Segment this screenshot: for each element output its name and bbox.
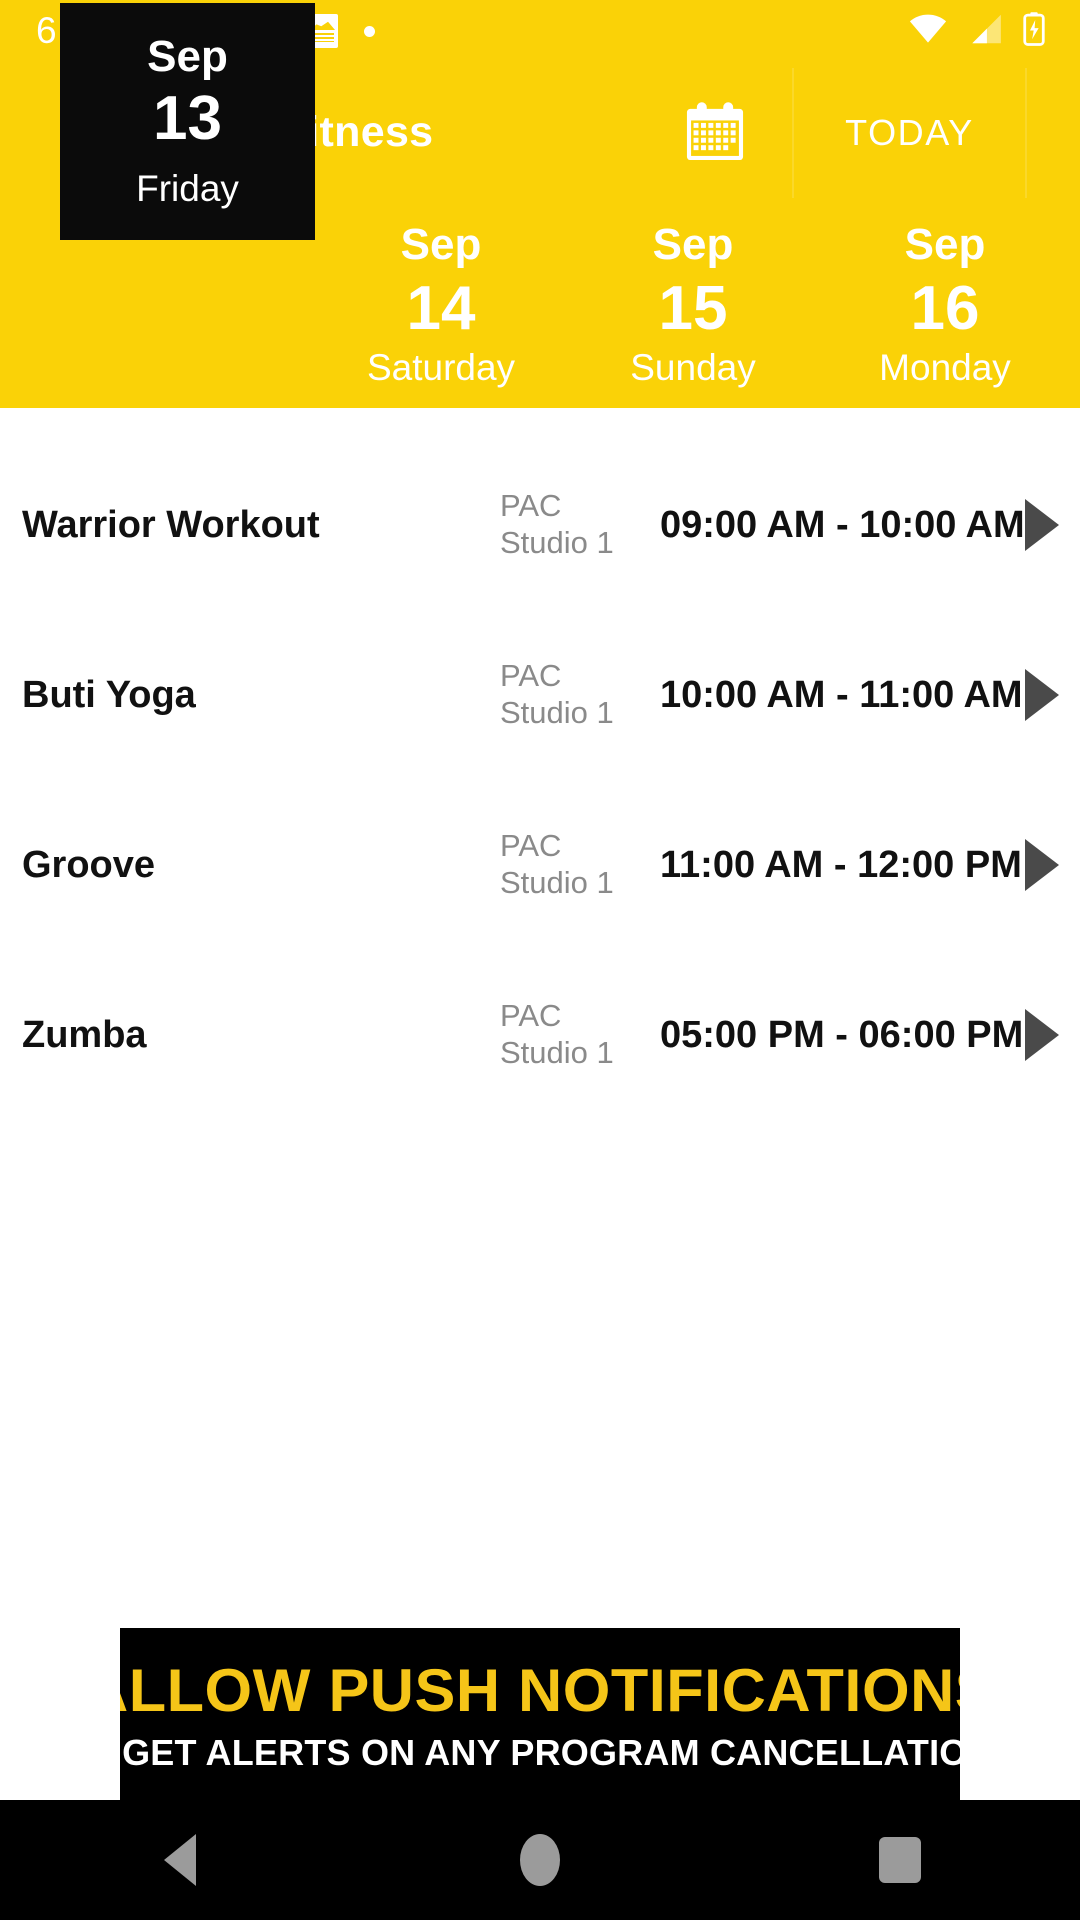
today-button[interactable]: TODAY — [792, 68, 1027, 198]
chevron-right-icon[interactable] — [1025, 669, 1059, 721]
date-tab-month: Sep — [904, 219, 986, 269]
date-tab-day: 15 — [658, 273, 728, 343]
chevron-right-icon[interactable] — [1025, 1009, 1059, 1061]
class-location-line2: Studio 1 — [500, 1035, 614, 1070]
class-name: Groove — [22, 843, 156, 886]
back-nav-icon — [164, 1834, 196, 1886]
class-location-line2: Studio 1 — [500, 525, 614, 560]
date-tab-month: Sep — [400, 219, 482, 269]
class-list: Warrior Workout PAC Studio 1 09:00 AM - … — [0, 440, 1080, 1120]
cellular-signal-icon — [966, 13, 1004, 50]
class-location: PAC Studio 1 — [500, 828, 660, 901]
chevron-right-icon[interactable] — [1025, 839, 1059, 891]
class-location-line1: PAC — [500, 658, 562, 694]
wifi-icon — [908, 13, 948, 50]
class-name: Zumba — [22, 1013, 147, 1056]
calendar-icon — [686, 102, 744, 161]
table-row[interactable]: Zumba PAC Studio 1 05:00 PM - 06:00 PM — [0, 950, 1080, 1120]
date-tab-sunday[interactable]: Sep 15 Sunday — [567, 202, 819, 408]
date-tab-weekday: Sunday — [630, 347, 756, 389]
class-name: Buti Yoga — [22, 673, 196, 716]
date-tab-day: 16 — [910, 273, 980, 343]
class-location: PAC Studio 1 — [500, 658, 660, 731]
home-nav-button[interactable] — [470, 1800, 610, 1920]
table-row[interactable]: Groove PAC Studio 1 11:00 AM - 12:00 PM — [0, 780, 1080, 950]
date-tab-month: Sep — [147, 32, 228, 82]
calendar-button[interactable] — [660, 80, 770, 184]
class-time: 11:00 AM - 12:00 PM — [660, 843, 1022, 886]
class-time: 05:00 PM - 06:00 PM — [660, 1013, 1024, 1056]
today-button-label: TODAY — [845, 112, 974, 153]
date-tab-weekday: Saturday — [366, 347, 516, 389]
recents-nav-button[interactable] — [830, 1800, 970, 1920]
class-location-line2: Studio 1 — [500, 865, 614, 900]
class-time: 09:00 AM - 10:00 AM — [660, 503, 1025, 546]
ad-subline: TO GET ALERTS ON ANY PROGRAM CANCELLATIO… — [120, 1731, 960, 1773]
app-screen: 6:36 — [0, 0, 1080, 1920]
push-notification-ad-banner[interactable]: ALLOW PUSH NOTIFICATIONS TO GET ALERTS O… — [120, 1628, 960, 1803]
table-row[interactable]: Buti Yoga PAC Studio 1 10:00 AM - 11:00 … — [0, 610, 1080, 780]
table-row[interactable]: Warrior Workout PAC Studio 1 09:00 AM - … — [0, 440, 1080, 610]
class-location: PAC Studio 1 — [500, 998, 660, 1071]
android-navigation-bar — [0, 1800, 1080, 1920]
recents-nav-icon — [879, 1837, 921, 1883]
class-location-line2: Studio 1 — [500, 695, 614, 730]
date-tab-saturday[interactable]: Sep 14 Saturday — [315, 202, 567, 408]
status-bar-right — [908, 11, 1080, 51]
date-tab-weekday: Friday — [136, 167, 239, 209]
dot-icon — [364, 25, 376, 37]
date-tab-thursday[interactable]: Sep 12 Thursday — [0, 202, 22, 408]
date-tab-monday[interactable]: Sep 16 Monday — [819, 202, 1071, 408]
date-tab-day: 13 — [153, 84, 222, 154]
class-location-line1: PAC — [500, 828, 562, 864]
class-name: Warrior Workout — [22, 503, 320, 546]
class-location-line1: PAC — [500, 488, 562, 524]
back-nav-button[interactable] — [110, 1800, 250, 1920]
date-tab-weekday: Monday — [879, 347, 1011, 389]
class-location-line1: PAC — [500, 998, 562, 1034]
class-location: PAC Studio 1 — [500, 488, 660, 561]
date-tab-day: 14 — [406, 273, 476, 343]
chevron-right-icon[interactable] — [1025, 499, 1059, 551]
battery-charging-icon — [1022, 11, 1046, 51]
class-time: 10:00 AM - 11:00 AM — [660, 673, 1023, 716]
date-tab-friday-selected[interactable]: Sep 13 Friday — [60, 3, 315, 240]
date-tab-month: Sep — [652, 219, 734, 269]
home-nav-icon — [520, 1834, 560, 1886]
ad-headline: ALLOW PUSH NOTIFICATIONS — [120, 1656, 960, 1724]
